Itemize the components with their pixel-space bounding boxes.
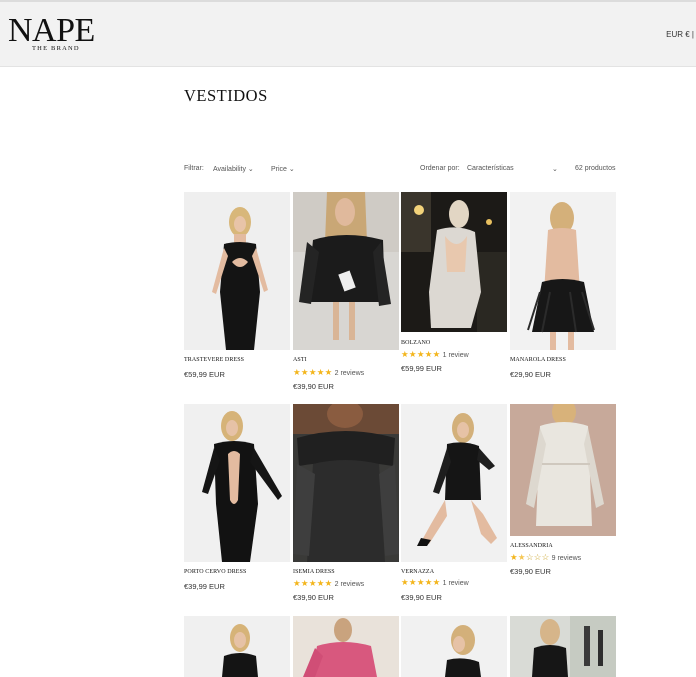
product-price: €29,90 EUR <box>510 370 551 379</box>
product-image[interactable] <box>293 192 399 350</box>
product-name[interactable]: TRASTEVERE DRESS <box>184 357 244 363</box>
product-price: €59,99 EUR <box>184 370 225 379</box>
product-image[interactable] <box>401 192 507 332</box>
review-count: 9 reviews <box>551 555 582 562</box>
product-image[interactable] <box>293 404 399 562</box>
product-price: €59,99 EUR <box>401 364 442 373</box>
logo-subtext: THE BRAND <box>32 45 80 52</box>
star-icon: ★★★★★ <box>401 349 441 359</box>
sort-select-value: Características <box>467 165 514 172</box>
review-count: 1 review <box>442 580 469 587</box>
product-name[interactable]: ISEMIA DRESS <box>293 569 335 575</box>
product-price: €39,90 EUR <box>293 593 334 602</box>
product-name[interactable]: BOLZANO <box>401 340 430 346</box>
price-filter[interactable]: Price ⌄ <box>271 165 295 173</box>
star-icon: ★ <box>510 552 518 562</box>
product-image[interactable] <box>184 192 290 350</box>
chevron-down-icon: ⌄ <box>288 166 295 173</box>
review-count: 2 reviews <box>334 581 365 588</box>
product-image[interactable] <box>401 616 507 677</box>
currency-selector[interactable]: EUR € | <box>666 30 694 39</box>
filter-label: Filtrar: <box>184 165 204 172</box>
rating-stars: ★★☆☆☆ 9 reviews <box>510 552 581 564</box>
product-name[interactable]: VERNAZZA <box>401 569 434 575</box>
product-image[interactable] <box>293 616 399 677</box>
review-count: 2 reviews <box>334 370 365 377</box>
product-name[interactable]: ALESSANDRIA <box>510 543 553 549</box>
chevron-down-icon: ⌄ <box>552 166 558 173</box>
page-title: VESTIDOS <box>184 86 268 105</box>
logo-text: NAPE <box>8 12 95 49</box>
product-name[interactable]: ASTI <box>293 357 307 363</box>
product-price: €39,90 EUR <box>510 567 551 576</box>
star-half-icon: ★ <box>517 552 526 562</box>
availability-filter[interactable]: Availability ⌄ <box>213 165 254 173</box>
product-price: €39,99 EUR <box>184 582 225 591</box>
product-price: €39,90 EUR <box>401 593 442 602</box>
brand-logo[interactable]: NAPE THE BRAND <box>8 12 95 53</box>
rating-stars: ★★★★★ 1 review <box>401 577 469 589</box>
product-image[interactable] <box>510 404 616 536</box>
rating-stars: ★★★★★ 1 review <box>401 349 469 361</box>
sort-label: Ordenar por: <box>420 165 460 172</box>
product-image[interactable] <box>184 616 290 677</box>
price-filter-label: Price <box>271 166 287 173</box>
product-image[interactable] <box>510 192 616 350</box>
product-count: 62 productos <box>575 165 616 172</box>
availability-filter-label: Availability <box>213 166 246 173</box>
star-empty-icon: ☆☆☆ <box>525 552 550 562</box>
site-header: NAPE THE BRAND EUR € | <box>0 0 696 67</box>
product-name[interactable]: MANAROLA DRESS <box>510 357 566 363</box>
product-image[interactable] <box>401 404 507 562</box>
star-icon: ★★★★★ <box>401 577 441 587</box>
filter-bar: Filtrar: Availability ⌄ Price ⌄ Ordenar … <box>184 165 616 177</box>
rating-stars: ★★★★★ 2 reviews <box>293 578 364 590</box>
product-name[interactable]: PORTO CERVO DRESS <box>184 569 246 575</box>
review-count: 1 review <box>442 352 469 359</box>
chevron-down-icon: ⌄ <box>247 166 254 173</box>
rating-stars: ★★★★★ 2 reviews <box>293 367 364 379</box>
product-image[interactable] <box>510 616 616 677</box>
star-icon: ★★★★★ <box>293 367 333 377</box>
sort-select[interactable]: Características <box>467 165 514 172</box>
product-price: €39,90 EUR <box>293 382 334 391</box>
star-icon: ★★★★★ <box>293 578 333 588</box>
product-image[interactable] <box>184 404 290 562</box>
